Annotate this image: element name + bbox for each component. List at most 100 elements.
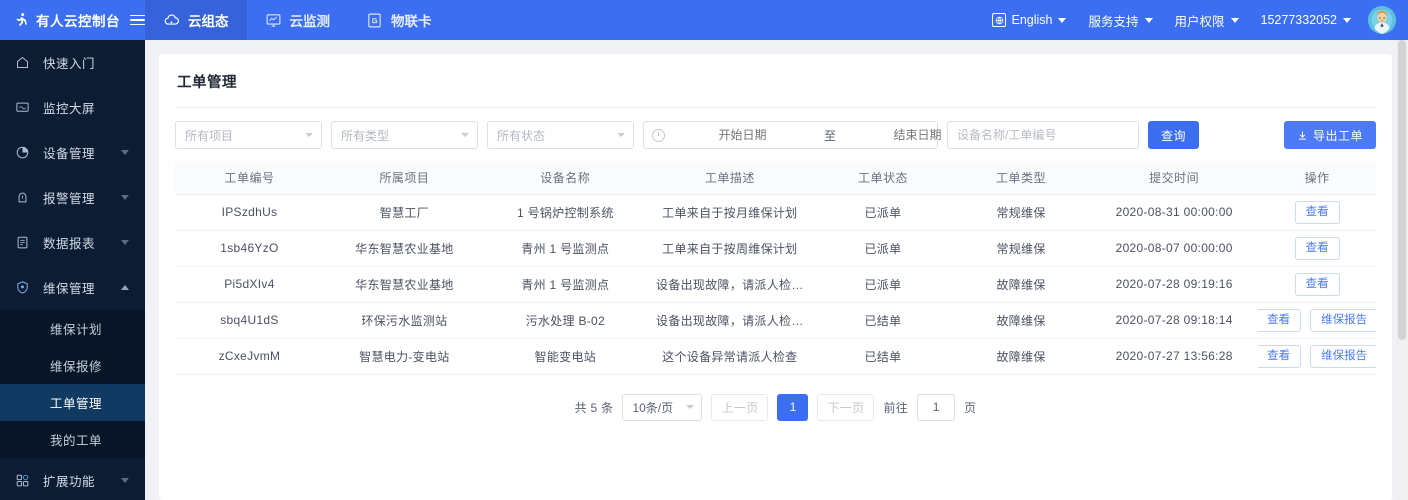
goto-page-input[interactable] xyxy=(917,393,956,421)
row-action-group: 查看 xyxy=(1258,272,1376,296)
tab-cloud-monitor[interactable]: 云监测 xyxy=(247,0,349,40)
row-action-group: 查看 xyxy=(1258,200,1376,224)
permissions-label: 用户权限 xyxy=(1174,14,1225,29)
sidebar-subitem-my-work-orders[interactable]: 我的工单 xyxy=(0,421,145,458)
cell-project: 华东智慧农业基地 xyxy=(323,230,485,267)
cell-submit-time: 2020-07-28 09:18:14 xyxy=(1090,302,1259,339)
page-size-value: 10条/页 xyxy=(632,400,674,415)
cloud-icon xyxy=(164,13,179,25)
cell-order-id: IPSzdhUs xyxy=(175,194,324,231)
chevron-down-icon xyxy=(305,133,313,137)
content-card: 工单管理 所有项目 所有类型 所有状态 开始日期 至 结束日期 设备名称/工单编… xyxy=(159,54,1392,500)
type-filter-value: 所有类型 xyxy=(341,128,390,143)
language-selector[interactable]: English xyxy=(981,13,1077,27)
screen-icon xyxy=(14,100,31,115)
project-filter-select[interactable]: 所有项目 xyxy=(175,121,322,149)
start-date-input[interactable] xyxy=(665,128,820,142)
sidebar-subitem-repair-request[interactable]: 维保报修 xyxy=(0,347,145,384)
query-button[interactable]: 查询 xyxy=(1148,121,1200,149)
sidebar-sublabel: 维保计划 xyxy=(50,323,103,337)
table-header: 工单编号 所属项目 设备名称 工单描述 工单状态 工单类型 提交时间 操作 xyxy=(175,161,1376,195)
sidebar-item-data-reports[interactable]: 数据报表 xyxy=(0,220,145,265)
chevron-down-icon xyxy=(617,133,625,137)
chevron-down-icon xyxy=(121,150,129,155)
page-title: 工单管理 xyxy=(175,54,1376,108)
pie-chart-icon xyxy=(14,145,31,160)
shield-icon xyxy=(14,280,31,295)
maintenance-report-button[interactable]: 维保报告 xyxy=(1310,308,1376,332)
view-button[interactable]: 查看 xyxy=(1294,272,1340,296)
account-label: 15277332052 xyxy=(1260,13,1337,27)
hamburger-menu-icon[interactable] xyxy=(130,14,145,26)
goto-suffix: 页 xyxy=(964,400,977,415)
cell-order-id: zCxeJvmM xyxy=(175,338,324,375)
sidebar-label: 数据报表 xyxy=(43,237,96,251)
page-scrollbar[interactable] xyxy=(1396,40,1408,500)
cell-order-id: sbq4U1dS xyxy=(175,302,324,339)
avatar[interactable] xyxy=(1368,6,1396,34)
cell-operations: 查看 xyxy=(1258,230,1376,267)
cell-type: 常规维保 xyxy=(952,230,1091,267)
date-range-picker[interactable]: 至 xyxy=(643,121,996,149)
sidebar-label: 扩展功能 xyxy=(43,475,96,489)
view-button[interactable]: 查看 xyxy=(1258,308,1302,332)
table-header-row: 工单编号 所属项目 设备名称 工单描述 工单状态 工单类型 提交时间 操作 xyxy=(175,161,1376,195)
work-order-table: 工单编号 所属项目 设备名称 工单描述 工单状态 工单类型 提交时间 操作 IP… xyxy=(175,161,1376,375)
support-label: 服务支持 xyxy=(1088,14,1139,29)
col-status: 工单状态 xyxy=(813,161,952,195)
cell-description: 这个设备异常请派人检查 xyxy=(645,338,814,375)
maintenance-report-button[interactable]: 维保报告 xyxy=(1310,344,1376,368)
export-label: 导出工单 xyxy=(1312,128,1363,143)
search-input[interactable] xyxy=(947,121,1139,149)
view-button[interactable]: 查看 xyxy=(1294,200,1340,224)
pagination: 共 5 条 10条/页 上一页 1 下一页 前往 页 xyxy=(175,375,1376,421)
top-nav-tabs: 云组态 云监测 物联卡 xyxy=(145,0,450,40)
tab-cloud-scada-label: 云组态 xyxy=(188,14,229,29)
cell-device-name: 青州 1 号监测点 xyxy=(484,266,646,303)
page-size-select[interactable]: 10条/页 xyxy=(622,393,703,421)
sidebar-item-alarm-management[interactable]: 报警管理 xyxy=(0,175,145,220)
cell-description: 设备出现故障，请派人检… xyxy=(645,302,814,339)
table-row: 1sb46YzO 华东智慧农业基地 青州 1 号监测点 工单来自于按周维保计划 已派单常… xyxy=(175,230,1376,267)
permissions-menu[interactable]: 用户权限 xyxy=(1164,11,1250,30)
sidebar-item-maintenance-management[interactable]: 维保管理 xyxy=(0,265,145,310)
view-button[interactable]: 查看 xyxy=(1258,344,1302,368)
sidebar-submenu: 维保计划 维保报修 工单管理 我的工单 xyxy=(0,310,145,458)
table-row: sbq4U1dS 环保污水监测站 污水处理 B-02 设备出现故障，请派人检… 已结单故… xyxy=(175,302,1376,339)
sidebar-label: 快速入门 xyxy=(43,57,96,71)
status-filter-select[interactable]: 所有状态 xyxy=(487,121,634,149)
tab-iot-card[interactable]: 物联卡 xyxy=(348,0,450,40)
globe-icon xyxy=(992,13,1007,27)
cell-operations: 查看 xyxy=(1258,194,1376,231)
page-number-1[interactable]: 1 xyxy=(777,393,809,421)
chevron-down-icon xyxy=(121,195,129,200)
document-icon xyxy=(14,235,31,250)
cell-type: 故障维保 xyxy=(952,266,1091,303)
sim-card-icon xyxy=(368,13,381,27)
brand-area: 有人云控制台 xyxy=(0,0,145,40)
scrollbar-thumb[interactable] xyxy=(1398,40,1406,340)
tab-cloud-scada[interactable]: 云组态 xyxy=(145,0,247,40)
top-navigation-bar: 有人云控制台 云组态 云监测 物联卡 English 服务支持 用户权限 152… xyxy=(0,0,1408,40)
sidebar: 快速入门 监控大屏 设备管理 报警管理 数据报表 维保管理 维保计划 维保报修 … xyxy=(0,40,145,500)
sidebar-item-extensions[interactable]: 扩展功能 xyxy=(0,458,145,500)
view-button[interactable]: 查看 xyxy=(1294,236,1340,260)
sidebar-item-dashboard[interactable]: 监控大屏 xyxy=(0,85,145,130)
account-menu[interactable]: 15277332052 xyxy=(1250,13,1362,27)
prev-page-button[interactable]: 上一页 xyxy=(711,393,769,421)
cell-description: 工单来自于按周维保计划 xyxy=(645,230,814,267)
app-root: 有人云控制台 云组态 云监测 物联卡 English 服务支持 用户权限 152… xyxy=(0,0,1408,500)
cell-device-name: 1 号锅炉控制系统 xyxy=(484,194,646,231)
support-menu[interactable]: 服务支持 xyxy=(1077,11,1163,30)
status-filter-value: 所有状态 xyxy=(497,128,546,143)
next-page-button[interactable]: 下一页 xyxy=(817,393,875,421)
table-row: IPSzdhUs 智慧工厂 1 号锅炉控制系统 工单来自于按月维保计划 已派单 常规维保 2… xyxy=(175,194,1376,231)
chevron-down-icon xyxy=(686,405,695,409)
type-filter-select[interactable]: 所有类型 xyxy=(331,121,478,149)
export-work-orders-button[interactable]: 导出工单 xyxy=(1283,121,1376,149)
cell-submit-time: 2020-08-31 00:00:00 xyxy=(1090,194,1259,231)
sidebar-subitem-maintenance-plan[interactable]: 维保计划 xyxy=(0,310,145,347)
sidebar-subitem-work-order-management[interactable]: 工单管理 xyxy=(0,384,145,421)
sidebar-item-quick-start[interactable]: 快速入门 xyxy=(0,40,145,85)
sidebar-item-device-management[interactable]: 设备管理 xyxy=(0,130,145,175)
